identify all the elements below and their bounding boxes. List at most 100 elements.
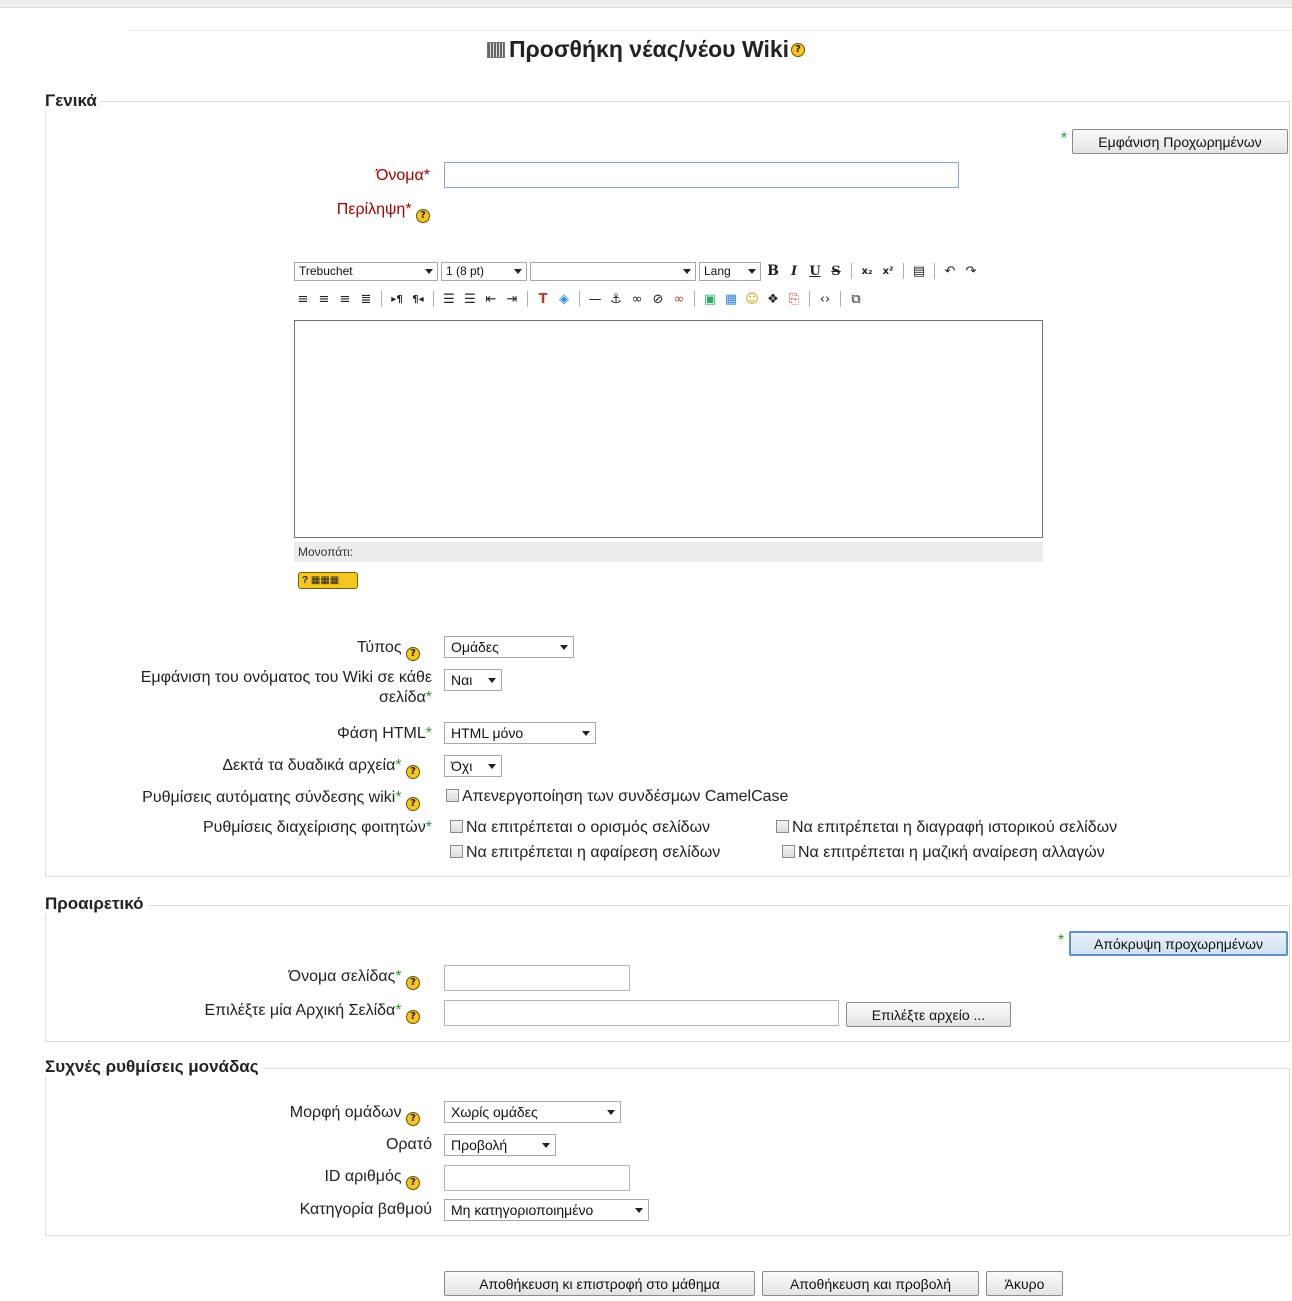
show-name-label-line1: Εμφάνιση του ονόματος του Wiki σε κάθε (140, 669, 432, 686)
nolink-icon[interactable]: ∞ (670, 290, 688, 308)
chevron-down-icon (607, 1110, 615, 1115)
italic-icon[interactable]: I (785, 262, 803, 280)
student-option-allow-define[interactable]: Να επιτρέπεται ο ορισμός σελίδων (450, 819, 710, 837)
help-icon[interactable]: ? (406, 647, 420, 661)
name-label-text: Όνομα (376, 167, 424, 184)
general-legend[interactable]: Γενικά (45, 91, 101, 111)
student-option-allow-revert[interactable]: Να επιτρέπεται η μαζική αναίρεση αλλαγών (782, 844, 1105, 862)
outdent-icon[interactable]: ⇤ (482, 290, 500, 308)
show-advanced-button[interactable]: Εμφάνιση Προχωρημένων (1072, 129, 1288, 154)
help-icon[interactable]: ? (406, 1176, 420, 1190)
ltr-icon[interactable]: ▸¶ (388, 290, 406, 308)
rtl-icon[interactable]: ¶◂ (409, 290, 427, 308)
optional-legend[interactable]: Προαιρετικό (45, 894, 148, 914)
text-color-icon[interactable]: T (534, 290, 552, 308)
checkbox[interactable] (446, 789, 459, 802)
anchor-icon[interactable]: ⚓ (607, 290, 625, 308)
insert-table-icon[interactable]: ▦ (722, 290, 740, 308)
fullscreen-icon[interactable]: ⧉ (847, 290, 865, 308)
toolbar-separator (934, 263, 935, 279)
justify-icon[interactable]: ≣ (357, 290, 375, 308)
underline-icon[interactable]: U (806, 262, 824, 280)
option-label: Να επιτρέπεται η μαζική αναίρεση αλλαγών (798, 844, 1105, 861)
initial-page-input[interactable] (444, 1000, 839, 1026)
insert-image-icon[interactable]: ▣ (701, 290, 719, 308)
undo-icon[interactable]: ↶ (941, 262, 959, 280)
visible-label: Ορατό (100, 1135, 432, 1155)
unlink-icon[interactable]: ⊘ (649, 290, 667, 308)
help-icon[interactable]: ? (406, 1112, 420, 1126)
checkbox[interactable] (450, 820, 463, 833)
group-mode-value: Χωρίς ομάδες (451, 1104, 538, 1120)
help-icon[interactable]: ? (416, 209, 430, 223)
student-option-allow-remove[interactable]: Να επιτρέπεται η αφαίρεση σελίδων (450, 844, 720, 862)
bold-icon[interactable]: B (764, 262, 782, 280)
id-number-input[interactable] (444, 1165, 630, 1191)
autolink-option[interactable]: Απενεργοποίηση των συνδέσμων CamelCase (446, 788, 788, 806)
align-right-icon[interactable]: ≡ (336, 290, 354, 308)
clean-word-icon[interactable]: ▤ (910, 262, 928, 280)
checkbox[interactable] (782, 845, 795, 858)
checkbox[interactable] (450, 845, 463, 858)
unordered-list-icon[interactable]: ☰ (461, 290, 479, 308)
name-input[interactable] (444, 162, 959, 188)
horizontal-rule-icon[interactable]: — (586, 290, 604, 308)
save-and-return-button[interactable]: Αποθήκευση κι επιστροφή στο μάθημα (444, 1271, 755, 1296)
font-select[interactable]: Trebuchet (294, 261, 438, 281)
html-source-icon[interactable]: ‹› (816, 290, 834, 308)
help-icon[interactable]: ? (406, 976, 420, 990)
redo-icon[interactable]: ↷ (962, 262, 980, 280)
common-legend[interactable]: Συχνές ρυθμίσεις μονάδας (45, 1057, 263, 1077)
size-select[interactable]: 1 (8 pt) (441, 261, 527, 281)
subscript-icon[interactable]: x₂ (858, 262, 876, 280)
choose-file-button[interactable]: Επιλέξτε αρχείο ... (846, 1002, 1011, 1027)
help-icon[interactable]: ? (406, 797, 420, 811)
cancel-button[interactable]: Άκυρο (986, 1271, 1063, 1296)
toolbar-separator (527, 291, 528, 307)
align-center-icon[interactable]: ≡ (315, 290, 333, 308)
chevron-down-icon (425, 268, 433, 274)
strikethrough-icon[interactable]: S (827, 262, 845, 280)
keyboard-help-icon[interactable]: ? ▦▦▦ (298, 572, 358, 589)
group-mode-select[interactable]: Χωρίς ομάδες (444, 1101, 621, 1123)
lang-select[interactable]: Lang (699, 261, 761, 281)
help-icon[interactable]: ? (406, 1010, 420, 1024)
grade-category-select[interactable]: Μη κατηγοριοποιημένο (444, 1199, 649, 1221)
indent-icon[interactable]: ⇥ (503, 290, 521, 308)
save-and-return-label: Αποθήκευση κι επιστροφή στο μάθημα (479, 1275, 720, 1292)
checkbox[interactable] (776, 820, 789, 833)
choose-file-label: Επιλέξτε αρχείο ... (871, 1006, 986, 1023)
ordered-list-icon[interactable]: ☰ (440, 290, 458, 308)
editor-content-area[interactable] (294, 320, 1043, 538)
show-name-select[interactable]: Ναι (444, 669, 502, 691)
hide-advanced-button[interactable]: Απόκρυψη προχωρημένων (1069, 931, 1288, 956)
initial-page-label-text: Επιλέξτε μία Αρχική Σελίδα (204, 1002, 396, 1019)
path-label: Μονοπάτι: (298, 545, 353, 559)
show-name-label-line2: σελίδα (379, 689, 426, 706)
special-char-icon[interactable]: ❖ (764, 290, 782, 308)
name-label: Όνομα* (100, 166, 430, 186)
save-and-display-button[interactable]: Αποθήκευση και προβολή (762, 1271, 979, 1296)
student-option-allow-delete-history[interactable]: Να επιτρέπεται η διαγραφή ιστορικού σελί… (776, 819, 1117, 837)
page-name-input[interactable] (444, 965, 630, 991)
toolbar-separator (694, 291, 695, 307)
binary-files-select[interactable]: Όχι (444, 755, 502, 777)
type-select-value: Ομάδες (451, 639, 499, 655)
style-select[interactable] (530, 261, 696, 281)
visible-select[interactable]: Προβολή (444, 1134, 556, 1156)
help-icon[interactable]: ? (791, 42, 806, 57)
html-mode-label-text: Φάση HTML (336, 725, 426, 742)
help-icon[interactable]: ? (406, 765, 420, 779)
link-icon[interactable]: ∞ (628, 290, 646, 308)
superscript-icon[interactable]: x² (879, 262, 897, 280)
background-color-icon[interactable]: ◈ (555, 290, 573, 308)
show-name-label: Εμφάνιση του ονόματος του Wiki σε κάθε σ… (60, 668, 432, 708)
top-bar (0, 0, 1292, 8)
align-left-icon[interactable]: ≡ (294, 290, 312, 308)
smiley-icon[interactable]: ☺ (743, 290, 761, 308)
search-replace-icon[interactable]: ⎘ (785, 290, 803, 308)
chevron-down-icon (582, 731, 590, 736)
type-select[interactable]: Ομάδες (444, 636, 574, 658)
option-label: Να επιτρέπεται η αφαίρεση σελίδων (466, 844, 721, 861)
html-mode-select[interactable]: HTML μόνο (444, 722, 596, 744)
